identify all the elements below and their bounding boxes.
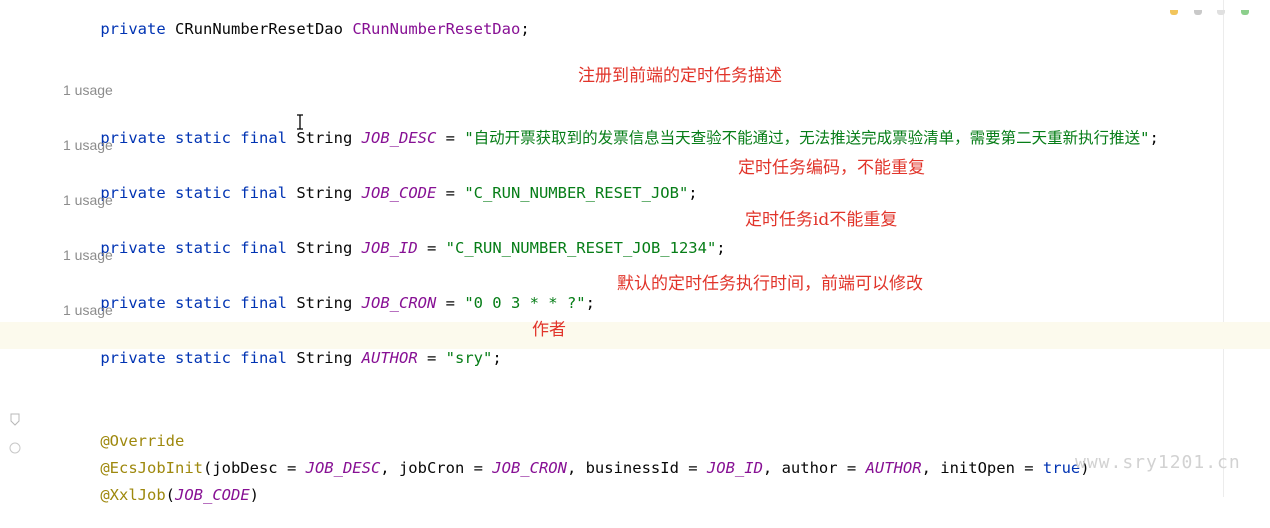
field-name: JOB_DESC [361,129,437,147]
mouse-cursor-icon [296,114,304,130]
code-line-override[interactable]: @Override [63,408,184,450]
code-editor[interactable]: private CRunNumberResetDao CRunNumberRes… [0,0,1270,504]
param-text: , businessId = [566,459,707,477]
usage-hint[interactable]: 1 usage [63,136,113,154]
field-name: JOB_ID [361,239,418,257]
annotation-desc-note: 注册到前端的定时任务描述 [578,66,782,86]
code-line-job-code[interactable]: private static final String JOB_CODE = "… [63,160,697,202]
code-line-dao-field[interactable]: private CRunNumberResetDao CRunNumberRes… [63,0,529,38]
code-line-job-desc[interactable]: private static final String JOB_DESC = "… [63,105,1159,147]
string-literal: "0 0 3 * * ?" [464,294,586,312]
string-literal: "C_RUN_NUMBER_RESET_JOB" [464,184,689,202]
type-name: String [296,184,353,202]
param-text: , author = [762,459,866,477]
right-margin-guide [1223,0,1224,497]
code-line-ecs-job-init[interactable]: @EcsJobInit(jobDesc = JOB_DESC, jobCron … [63,435,1089,477]
param-text: ( [165,486,175,504]
modifiers: private static final [100,294,287,312]
string-literal: "C_RUN_NUMBER_RESET_JOB_1234" [445,239,717,257]
annotation-author-note: 作者 [532,320,566,340]
field-name: AUTHOR [361,349,418,367]
field-ref: JOB_CODE [175,486,250,504]
weak-warning-icon[interactable] [1193,10,1202,15]
implement-marker-icon[interactable] [8,440,22,454]
field-ref: JOB_ID [706,459,763,477]
string-literal: "自动开票获取到的发票信息当天查验不能通过，无法推送完成票验清单，需要第二天重新… [464,129,1150,147]
annotation-cron-note: 默认的定时任务执行时间，前端可以修改 [617,274,923,294]
modifiers: private static final [100,184,287,202]
watermark: www.sry1201.cn [1075,452,1241,473]
field-ref: JOB_DESC [305,459,381,477]
fold-marker-icon[interactable] [8,412,22,426]
type-name: CRunNumberResetDao [175,20,343,38]
annotation-xxl-job: @XxlJob [100,486,166,504]
field-name: CRunNumberResetDao [352,20,521,38]
typo-icon[interactable] [1217,10,1226,15]
usage-hint[interactable]: 1 usage [63,246,113,264]
usage-hint[interactable]: 1 usage [63,81,113,99]
usage-hint[interactable]: 1 usage [63,191,113,209]
field-name: JOB_CODE [361,184,437,202]
code-line-job-cron[interactable]: private static final String JOB_CRON = "… [63,270,595,312]
param-text: , jobCron = [380,459,493,477]
field-ref: AUTHOR [865,459,922,477]
type-name: String [296,239,353,257]
param-text: ) [249,486,259,504]
warning-icon[interactable] [1170,10,1178,15]
field-ref: JOB_CRON [492,459,567,477]
annotation-code-note: 定时任务编码，不能重复 [738,158,925,178]
type-name: String [296,349,353,367]
string-literal: "sry" [445,349,493,367]
check-icon[interactable] [1240,10,1249,15]
modifiers: private static final [100,349,287,367]
field-name: JOB_CRON [361,294,437,312]
type-name: String [296,129,353,147]
code-line-xxl-job[interactable]: @XxlJob(JOB_CODE) [63,462,259,504]
param-text: , initOpen = [921,459,1043,477]
annotation-id-note: 定时任务id不能重复 [745,210,898,230]
keyword: private [100,20,166,38]
inspection-widget[interactable] [1170,0,1270,15]
usage-hint[interactable]: 1 usage [63,301,113,319]
modifiers: private static final [100,239,287,257]
modifiers: private static final [100,129,287,147]
semicolon: ; [520,20,530,38]
code-line-author[interactable]: private static final String AUTHOR = "sr… [63,325,501,367]
type-name: String [296,294,353,312]
code-line-job-id[interactable]: private static final String JOB_ID = "C_… [63,215,725,257]
